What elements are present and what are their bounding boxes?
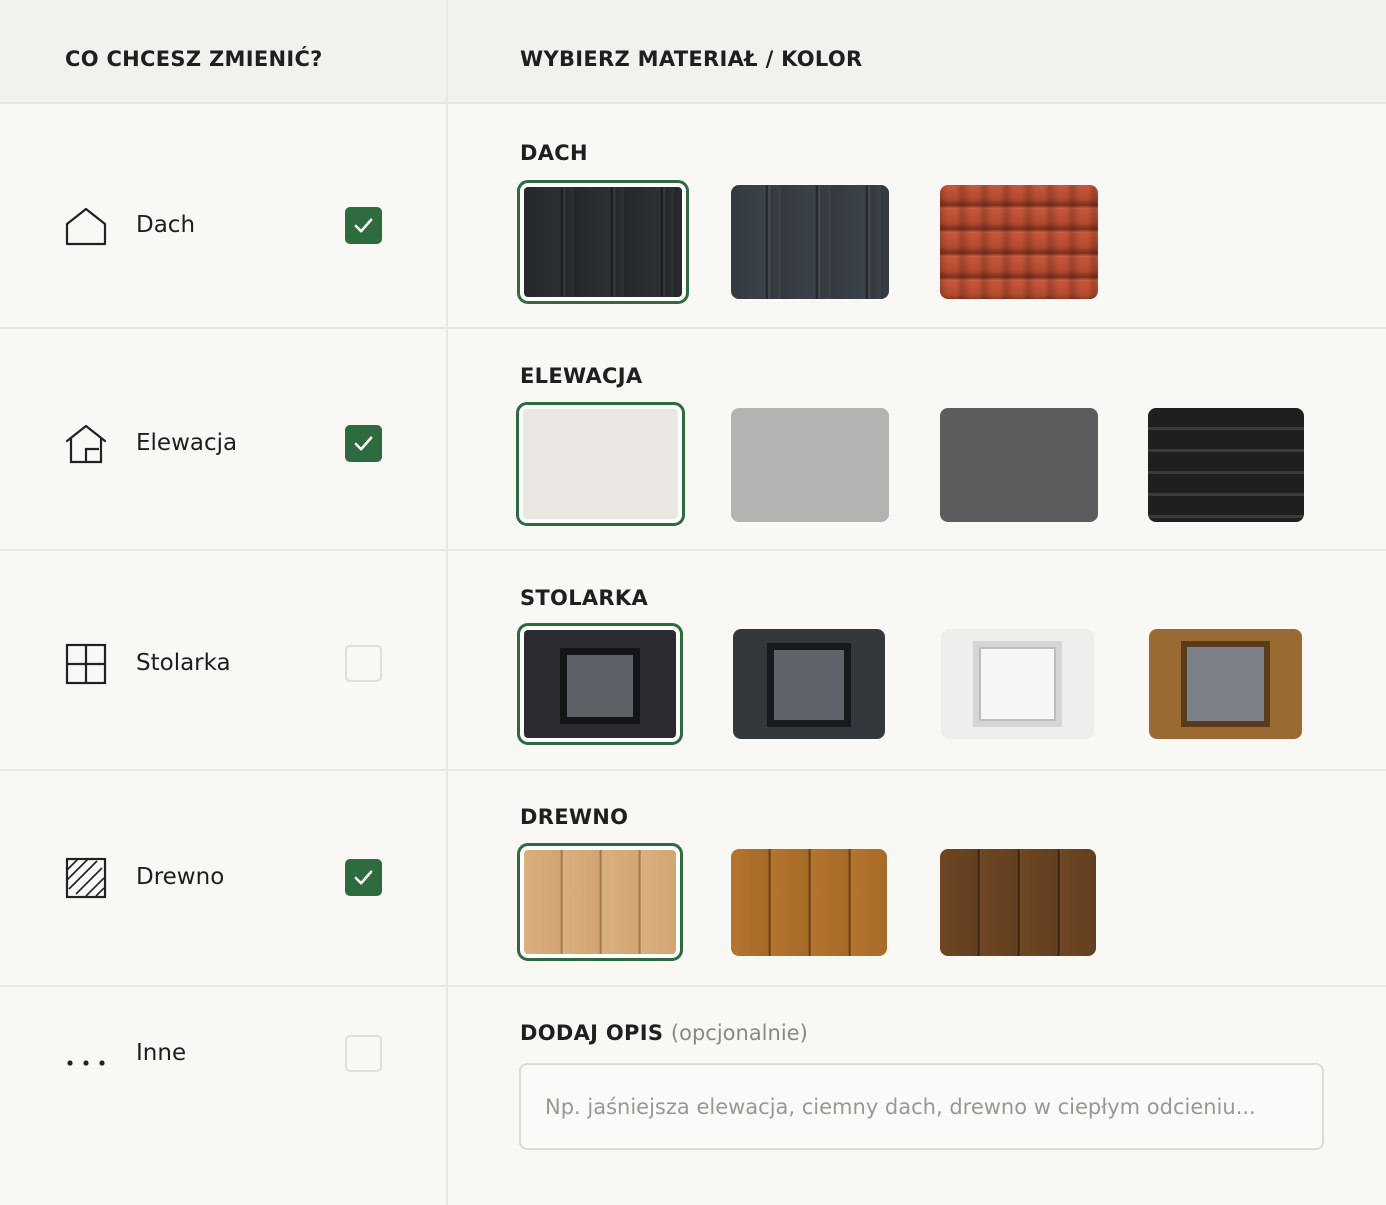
option-label-inne: Inne xyxy=(136,1040,187,1066)
options-column-title: CO CHCESZ ZMIENIĆ? xyxy=(65,47,323,71)
materials-column-title: WYBIERZ MATERIAŁ / KOLOR xyxy=(520,47,863,71)
checkmark-icon xyxy=(354,218,373,233)
option-label-dach: Dach xyxy=(136,212,196,238)
description-input[interactable] xyxy=(519,1063,1324,1150)
checkbox-elewacja[interactable] xyxy=(345,425,382,462)
option-row-elewacja[interactable]: Elewacja xyxy=(0,414,446,474)
swatch-wood-light-pine[interactable] xyxy=(517,843,683,961)
option-label-stolarka: Stolarka xyxy=(136,650,231,676)
option-label-elewacja: Elewacja xyxy=(136,430,238,456)
checkmark-icon xyxy=(354,870,373,885)
roof-icon xyxy=(64,204,108,248)
swatch-roof-red-clay-tile[interactable] xyxy=(940,185,1098,299)
option-row-dach[interactable]: Dach xyxy=(0,196,446,256)
option-label-drewno: Drewno xyxy=(136,864,225,890)
description-title-text: DODAJ OPIS xyxy=(520,1021,664,1045)
swatch-facade-white-plaster[interactable] xyxy=(516,402,685,526)
swatch-facade-black-brick[interactable] xyxy=(1148,408,1304,522)
window-icon xyxy=(64,642,108,686)
checkbox-drewno[interactable] xyxy=(345,859,382,896)
option-row-stolarka[interactable]: Stolarka xyxy=(0,634,446,694)
row-divider xyxy=(0,549,1386,551)
wood-texture-icon xyxy=(64,856,108,900)
swatch-roof-graphite-metal[interactable] xyxy=(517,180,689,304)
description-title: DODAJ OPIS (opcjonalnie) xyxy=(520,1021,808,1045)
house-facade-icon xyxy=(64,422,108,466)
checkbox-dach[interactable] xyxy=(345,207,382,244)
more-dots-icon xyxy=(64,1032,108,1076)
swatch-window-black[interactable] xyxy=(517,623,683,745)
section-title-dach: DACH xyxy=(520,141,588,165)
column-divider xyxy=(446,0,448,1205)
row-divider xyxy=(0,327,1386,329)
checkbox-inne[interactable] xyxy=(345,1035,382,1072)
checkmark-icon xyxy=(354,436,373,451)
checkbox-stolarka[interactable] xyxy=(345,645,382,682)
row-divider xyxy=(0,769,1386,771)
swatch-facade-dark-grey-plaster[interactable] xyxy=(940,408,1098,522)
swatch-window-anthracite[interactable] xyxy=(733,629,885,739)
swatch-facade-light-grey-plaster[interactable] xyxy=(731,408,889,522)
section-title-elewacja: ELEWACJA xyxy=(520,364,643,388)
option-row-inne[interactable]: Inne xyxy=(0,1024,446,1084)
section-title-drewno: DREWNO xyxy=(520,805,629,829)
row-divider xyxy=(0,985,1386,987)
swatch-window-white[interactable] xyxy=(941,629,1094,739)
swatch-wood-golden-oak[interactable] xyxy=(731,849,887,956)
swatch-wood-dark-walnut[interactable] xyxy=(940,849,1096,956)
section-title-stolarka: STOLARKA xyxy=(520,586,649,610)
swatch-roof-dark-grey-metal[interactable] xyxy=(731,185,889,299)
optional-note: (opcjonalnie) xyxy=(670,1021,808,1045)
option-row-drewno[interactable]: Drewno xyxy=(0,848,446,908)
swatch-window-wood[interactable] xyxy=(1149,629,1302,739)
